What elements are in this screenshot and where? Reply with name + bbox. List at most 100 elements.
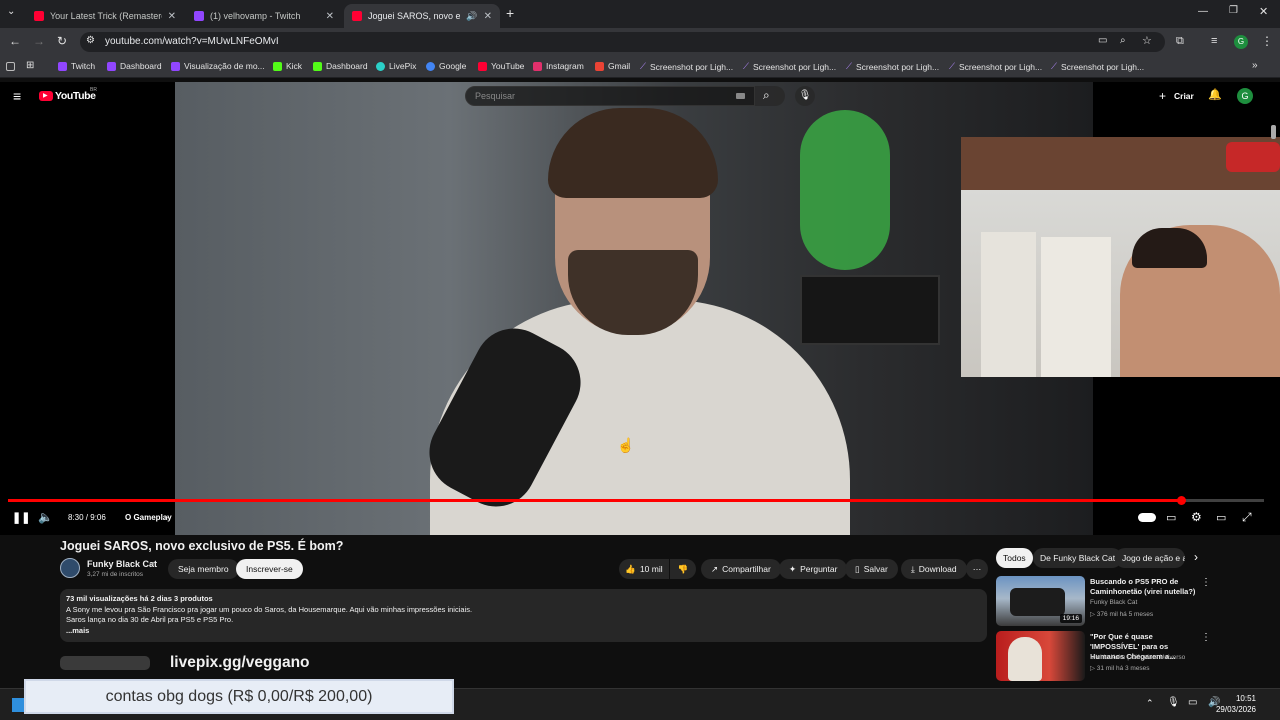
account-avatar[interactable]: G (1237, 88, 1253, 104)
tab-title: Your Latest Trick (Remastered 1 (50, 11, 162, 21)
more-bookmarks-icon[interactable]: » (1252, 60, 1258, 71)
minimize-icon[interactable]: — (1198, 6, 1208, 17)
webcam-red-object (1226, 142, 1280, 172)
bookmark-star-icon[interactable]: ☆ (1142, 34, 1152, 47)
related-thumbnail[interactable] (996, 631, 1085, 681)
create-button[interactable]: Criar (1174, 91, 1194, 101)
extensions-icon[interactable]: ⧉ (1176, 35, 1184, 48)
tab-title: (1) velhovamp - Twitch (210, 11, 301, 21)
channel-avatar[interactable] (60, 558, 80, 578)
apps-grid-icon[interactable]: ⊞ (26, 60, 34, 71)
related-title[interactable]: Buscando o PS5 PRO de Caminhonetão (vire… (1090, 577, 1202, 597)
subtitles-icon[interactable]: ▭ (1166, 511, 1176, 524)
restore-icon[interactable]: ❐ (1229, 5, 1238, 16)
subscribe-button[interactable]: Inscrever-se (236, 559, 303, 579)
tab-joguei-saros[interactable]: Joguei SAROS, novo exclusi 🔊 ✕ (344, 4, 500, 28)
join-button[interactable]: Seja membro (168, 559, 239, 579)
taskbar-clock[interactable]: 10:51 29/03/2026 (1216, 693, 1256, 715)
related-channel[interactable]: Michio Kaku | Ciência e Universo (1090, 654, 1185, 661)
bookmark-kick[interactable]: Kick (273, 61, 302, 71)
show-more-link[interactable]: ...mais (66, 626, 981, 637)
network-icon[interactable]: ▭ (1188, 697, 1197, 708)
chevron-up-icon[interactable]: ⌃ (1146, 698, 1154, 709)
bookmark-livepix[interactable]: LivePix (376, 61, 416, 71)
settings-gear-icon[interactable]: ⚙ (1191, 510, 1202, 524)
tab-your-latest-trick[interactable]: Your Latest Trick (Remastered 1 ✕ (26, 4, 184, 28)
like-button[interactable]: 👍 10 mil (619, 559, 669, 579)
sparkle-icon: ✦ (789, 563, 797, 574)
profile-avatar[interactable]: G (1234, 35, 1248, 49)
autoplay-toggle[interactable] (1138, 513, 1156, 522)
share-button[interactable]: ↗ Compartilhar (701, 559, 781, 579)
bookmark-screenshot-5[interactable]: ⟋ Screenshot por Ligh... (1051, 61, 1144, 72)
ask-label: Perguntar (800, 564, 838, 574)
close-icon[interactable]: ✕ (484, 11, 492, 22)
more-vertical-icon[interactable]: ⋮ (1201, 632, 1211, 643)
save-button[interactable]: ▯ Salvar (845, 559, 898, 579)
close-icon[interactable]: ✕ (326, 11, 334, 22)
bookmark-folder-icon[interactable] (6, 62, 15, 71)
chip-from-channel[interactable]: De Funky Black Cat (1033, 548, 1123, 568)
bookmark-visualizacao[interactable]: Visualização de mo... (171, 61, 265, 71)
bookmark-screenshot-1[interactable]: ⟋ Screenshot por Ligh... (640, 61, 733, 72)
bookmark-label: YouTube (491, 61, 525, 71)
search-button[interactable]: ⌕ (755, 86, 785, 106)
fullscreen-icon[interactable]: ⤢ (1242, 510, 1252, 525)
video-description[interactable]: 73 mil visualizações há 2 dias 3 produto… (60, 589, 987, 642)
back-icon[interactable]: ← (9, 34, 21, 48)
bookmark-google[interactable]: Google (426, 61, 466, 71)
microphone-icon[interactable]: 🎙 (1167, 697, 1180, 708)
twitch-favicon-icon (194, 11, 204, 21)
reading-list-icon[interactable]: ≡ (1211, 35, 1217, 47)
bookmarks-bar: ⊞ Twitch Dashboard Visualização de mo...… (0, 56, 1280, 78)
search-input[interactable]: Pesquisar (465, 86, 755, 106)
pause-icon[interactable]: ❚❚ (12, 511, 30, 524)
chevron-right-icon[interactable]: › (1194, 550, 1198, 564)
cast-icon[interactable]: ▭ (1098, 35, 1107, 46)
audio-playing-icon[interactable]: 🔊 (466, 11, 477, 22)
feather-icon: ⟋ (743, 61, 749, 71)
menu-kebab-icon[interactable]: ⋮ (1261, 34, 1273, 48)
bookmark-label: LivePix (389, 61, 417, 71)
zoom-icon[interactable]: ⌕ (1120, 35, 1126, 46)
kick-icon (273, 61, 282, 71)
new-tab-icon[interactable]: + (506, 5, 514, 21)
site-info-icon[interactable]: ⚙ (86, 35, 95, 46)
more-actions-button[interactable]: ⋯ (966, 559, 988, 579)
related-thumbnail[interactable]: 19:16 (996, 576, 1085, 626)
ask-button[interactable]: ✦ Perguntar (779, 559, 848, 579)
bookmark-screenshot-2[interactable]: ⟋ Screenshot por Ligh... (743, 61, 836, 72)
forward-icon[interactable]: → (33, 34, 45, 48)
chip-action-games[interactable]: Jogo de ação e av (1115, 548, 1185, 568)
tab-search-icon[interactable]: ⌄ (7, 6, 15, 17)
page-scrollbar[interactable] (1271, 125, 1276, 139)
download-button[interactable]: ⤓ Download (901, 559, 967, 579)
dislike-button[interactable]: 👎 (670, 559, 696, 579)
notifications-bell-icon[interactable]: 🔔 (1208, 88, 1222, 101)
bookmark-youtube[interactable]: YouTube (478, 61, 524, 71)
channel-name[interactable]: Funky Black Cat (87, 559, 157, 569)
bookmark-twitch[interactable]: Twitch (58, 61, 95, 71)
address-bar[interactable]: ⚙ youtube.com/watch?v=MUwLNFeOMvI ▭ ⌕ ☆ (80, 32, 1165, 52)
more-vertical-icon[interactable]: ⋮ (1201, 577, 1211, 588)
keyboard-icon[interactable] (736, 93, 745, 99)
bookmark-gmail[interactable]: Gmail (595, 61, 630, 71)
related-channel[interactable]: Funky Black Cat (1090, 599, 1137, 606)
voice-search-icon[interactable]: 🎙 (795, 86, 815, 106)
bookmark-dashboard[interactable]: Dashboard (107, 61, 162, 71)
reload-icon[interactable]: ↻ (57, 34, 67, 48)
thumbnail-truck (1010, 588, 1065, 616)
hamburger-menu-icon[interactable]: ≡ (13, 88, 21, 104)
chip-all[interactable]: Todos (996, 548, 1033, 568)
close-icon[interactable]: ✕ (168, 11, 176, 22)
bookmark-screenshot-4[interactable]: ⟋ Screenshot por Ligh... (949, 61, 1042, 72)
theater-mode-icon[interactable]: ▭ (1216, 511, 1226, 524)
bookmark-kick-dashboard[interactable]: Dashboard (313, 61, 368, 71)
subscribe-label: Inscrever-se (246, 564, 293, 574)
chevron-right-icon[interactable]: › (165, 512, 168, 522)
bookmark-instagram[interactable]: Instagram (533, 61, 584, 71)
volume-icon[interactable]: 🔈 (38, 510, 53, 524)
window-close-icon[interactable]: ✕ (1259, 5, 1268, 18)
bookmark-screenshot-3[interactable]: ⟋ Screenshot por Ligh... (846, 61, 939, 72)
tab-twitch[interactable]: (1) velhovamp - Twitch ✕ (186, 4, 342, 28)
